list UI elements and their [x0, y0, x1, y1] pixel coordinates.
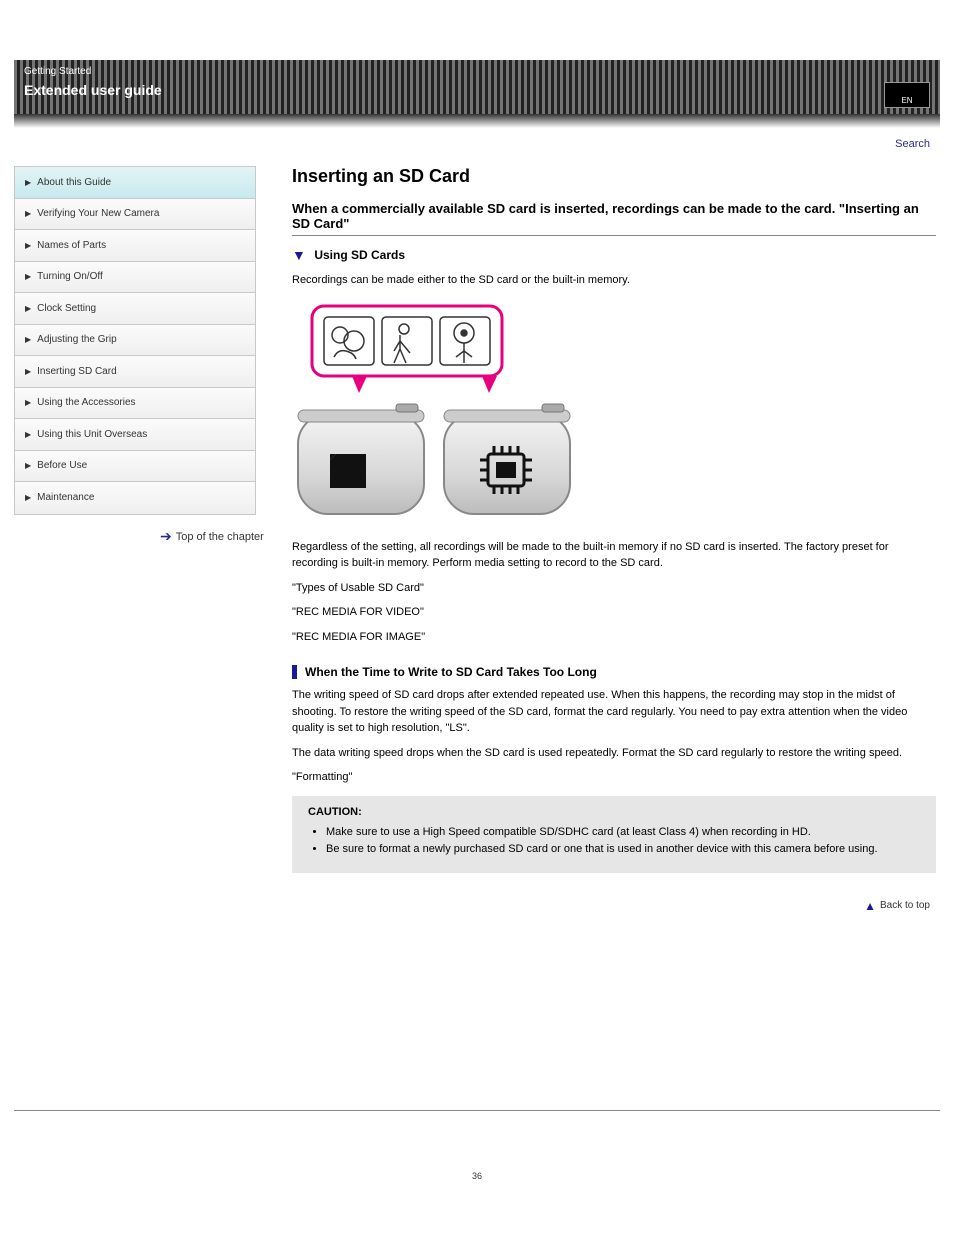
paragraph: The data writing speed drops when the SD…: [292, 745, 936, 762]
sidebar-item-label: Before Use: [37, 460, 87, 471]
chapter-top-link[interactable]: ➔ Top of the chapter: [160, 528, 264, 545]
sidebar-item-label: About this Guide: [37, 177, 111, 188]
chevron-right-icon: ▶: [25, 493, 31, 502]
chevron-right-icon: ▶: [25, 335, 31, 344]
triangle-up-icon: ▲: [864, 899, 876, 913]
back-to-top-link[interactable]: ▲ Back to top: [864, 899, 930, 913]
chevron-right-icon: ▶: [25, 241, 31, 250]
section-heading: When a commercially available SD card is…: [292, 201, 936, 231]
chevron-right-icon: ▶: [25, 367, 31, 376]
triangle-down-icon: ▼: [292, 247, 306, 263]
sidebar-item-label: Names of Parts: [37, 240, 106, 251]
page-title: Inserting an SD Card: [292, 166, 936, 187]
chapter-top-label: Top of the chapter: [176, 531, 264, 543]
sidebar-item-parts[interactable]: ▶ Names of Parts: [15, 230, 255, 262]
note-heading: When the Time to Write to SD Card Takes …: [292, 665, 936, 679]
sidebar-item-accessories[interactable]: ▶ Using the Accessories: [15, 388, 255, 420]
chevron-right-icon: ▶: [25, 430, 31, 439]
header-title: Extended user guide: [24, 82, 162, 98]
chevron-right-icon: ▶: [25, 398, 31, 407]
language-label: EN: [901, 96, 912, 105]
link-rec-video[interactable]: "REC MEDIA FOR VIDEO": [292, 604, 936, 621]
main-content: Inserting an SD Card When a commercially…: [292, 166, 936, 873]
page-number: 36: [0, 1171, 954, 1181]
chevron-right-icon: ▶: [25, 272, 31, 281]
paragraph: The writing speed of SD card drops after…: [292, 687, 936, 737]
back-to-top-label: Back to top: [880, 900, 930, 911]
header-fade: [14, 114, 940, 128]
caution-title: CAUTION:: [308, 806, 920, 818]
subsection-row: ▼ Using SD Cards: [292, 246, 936, 264]
sidebar-item-label: Turning On/Off: [37, 271, 103, 282]
sidebar-item-label: Verifying Your New Camera: [37, 208, 159, 219]
caution-item: Make sure to use a High Speed compatible…: [326, 824, 920, 842]
figure-sd-vs-builtin: [292, 301, 936, 531]
paragraph: Recordings can be made either to the SD …: [292, 272, 936, 289]
arrow-right-icon: ➔: [160, 528, 172, 545]
caution-box: CAUTION: Make sure to use a High Speed c…: [292, 796, 936, 873]
link-types-sd[interactable]: "Types of Usable SD Card": [292, 580, 936, 597]
subsection-heading: Using SD Cards: [314, 248, 405, 262]
sidebar-item-clock[interactable]: ▶ Clock Setting: [15, 293, 255, 325]
link-rec-image[interactable]: "REC MEDIA FOR IMAGE": [292, 629, 936, 646]
paragraph: Regardless of the setting, all recording…: [292, 539, 936, 572]
sidebar-item-grip[interactable]: ▶ Adjusting the Grip: [15, 325, 255, 357]
link-formatting[interactable]: "Formatting": [292, 769, 936, 786]
chevron-right-icon: ▶: [25, 209, 31, 218]
divider: [292, 235, 936, 236]
language-box: EN: [884, 82, 930, 108]
footer-divider: [14, 1110, 940, 1111]
sidebar-item-about[interactable]: ▶ About this Guide: [15, 167, 255, 199]
sidebar-item-sd[interactable]: ▶ Inserting SD Card: [15, 356, 255, 388]
chevron-right-icon: ▶: [25, 178, 31, 187]
breadcrumb: Getting Started: [24, 66, 91, 77]
sidebar-item-label: Maintenance: [37, 492, 94, 503]
sidebar-item-label: Clock Setting: [37, 303, 96, 314]
sidebar-item-label: Adjusting the Grip: [37, 334, 117, 345]
caution-item: Be sure to format a newly purchased SD c…: [326, 841, 920, 859]
search-link[interactable]: Search: [895, 138, 930, 150]
sidebar-item-label: Using the Accessories: [37, 397, 135, 408]
sidebar-item-maintenance[interactable]: ▶ Maintenance: [15, 482, 255, 514]
sidebar-item-overseas[interactable]: ▶ Using this Unit Overseas: [15, 419, 255, 451]
sidebar-item-before[interactable]: ▶ Before Use: [15, 451, 255, 483]
sidebar: ▶ About this Guide ▶ Verifying Your New Ca…: [14, 166, 256, 515]
sidebar-item-verifying[interactable]: ▶ Verifying Your New Camera: [15, 199, 255, 231]
sidebar-item-power[interactable]: ▶ Turning On/Off: [15, 262, 255, 294]
chevron-right-icon: ▶: [25, 304, 31, 313]
chevron-right-icon: ▶: [25, 461, 31, 470]
sidebar-item-label: Using this Unit Overseas: [37, 429, 147, 440]
sidebar-item-label: Inserting SD Card: [37, 366, 116, 377]
